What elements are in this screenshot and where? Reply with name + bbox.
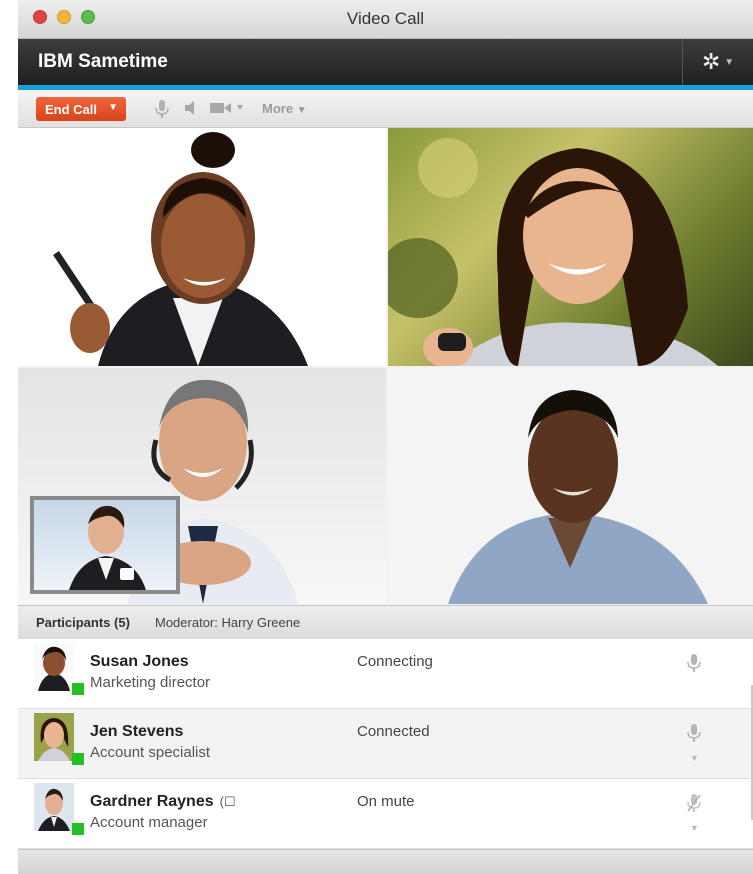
microphone-icon[interactable] [686, 653, 702, 678]
more-menu-button[interactable]: More ▼ [262, 101, 307, 116]
presence-status-indicator [72, 823, 84, 835]
participant-video-image [388, 138, 718, 366]
call-toolbar: End Call ▼ More ▼ [18, 90, 753, 128]
microphone-icon[interactable] [154, 99, 170, 123]
video-tile-1[interactable] [18, 128, 386, 366]
window-titlebar: Video Call [18, 0, 753, 39]
avatar [34, 713, 74, 761]
chevron-down-icon[interactable]: ▼ [690, 823, 699, 833]
speaker-icon[interactable] [184, 100, 198, 120]
participant-role: Account manager [90, 814, 208, 831]
participant-name: Jen Stevens [90, 723, 184, 740]
participant-name: Gardner Raynes (☐ [90, 793, 236, 811]
video-camera-icon[interactable] [210, 101, 250, 119]
list-item[interactable]: Jen Stevens Account specialist Connected… [18, 709, 753, 779]
video-tile-4[interactable] [388, 368, 753, 604]
app-header: IBM Sametime ✲ ▼ [18, 39, 753, 85]
end-call-label: End Call [45, 101, 98, 117]
presence-status-indicator [72, 753, 84, 765]
gear-icon: ✲ [701, 49, 721, 74]
list-item[interactable]: Gardner Raynes (☐ Account manager On mute… [18, 779, 753, 849]
participant-video-image [448, 390, 708, 604]
participants-header: Participants (5) Moderator: Harry Greene [18, 605, 753, 640]
self-view-image [69, 505, 146, 590]
window-title: Video Call [346, 9, 425, 28]
headset-icon: (☐ [219, 794, 236, 809]
avatar [34, 643, 74, 691]
microphone-muted-icon[interactable] [686, 793, 702, 818]
participant-status: Connecting [357, 653, 433, 670]
participant-video-image [53, 132, 308, 366]
chevron-down-icon: ▼ [724, 56, 735, 68]
participant-name-text: Gardner Raynes [90, 793, 214, 810]
participant-role: Account specialist [90, 744, 211, 761]
chevron-down-icon: ▼ [296, 105, 307, 116]
app-title: IBM Sametime [38, 51, 168, 72]
more-label: More [262, 101, 294, 116]
participants-list: Susan Jones Marketing director Connectin… [18, 639, 753, 849]
microphone-icon[interactable] [686, 723, 702, 748]
participant-status: On mute [357, 793, 415, 810]
list-item[interactable]: Susan Jones Marketing director Connectin… [18, 639, 753, 709]
settings-menu-button[interactable]: ✲ ▼ [682, 39, 753, 85]
video-tile-2[interactable] [388, 128, 753, 366]
presence-status-indicator [72, 683, 84, 695]
end-call-button[interactable]: End Call ▼ [36, 97, 126, 121]
chevron-down-icon[interactable]: ▼ [108, 102, 118, 113]
participant-name: Susan Jones [90, 653, 189, 670]
moderator-label: Moderator: Harry Greene [155, 615, 301, 630]
avatar [34, 783, 74, 831]
participant-role: Marketing director [90, 674, 211, 691]
video-call-window: Video Call IBM Sametime ✲ ▼ End Call ▼ Mo… [18, 0, 753, 874]
window-footer [18, 849, 753, 874]
participants-count-label: Participants (5) [36, 615, 130, 630]
participant-status: Connected [357, 723, 430, 740]
chevron-down-icon[interactable]: ▼ [690, 753, 699, 763]
self-view-preview[interactable] [30, 496, 180, 594]
